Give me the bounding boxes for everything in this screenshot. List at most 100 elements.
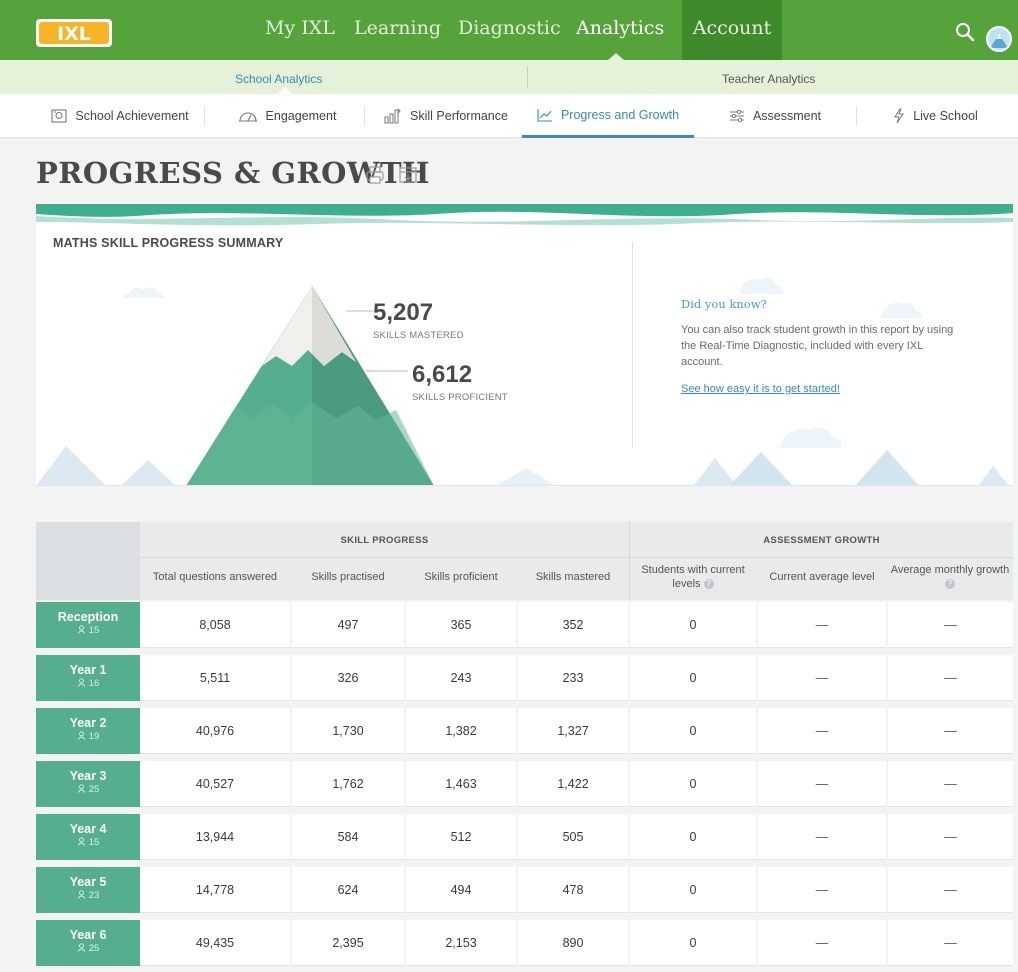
- bar-chart-icon: [384, 108, 401, 124]
- table-cell: —: [758, 708, 886, 754]
- nav-learning[interactable]: Learning: [354, 17, 441, 43]
- user-icon: [77, 625, 86, 634]
- table-cell: 497: [292, 602, 404, 648]
- column-header-monthly-growth: Average monthly growth ?: [888, 563, 1012, 591]
- table-cell: 505: [518, 814, 628, 860]
- nav-account[interactable]: Account: [682, 0, 782, 60]
- student-count: 23: [36, 890, 140, 901]
- print-icon[interactable]: [365, 165, 385, 185]
- user-icon: [77, 678, 86, 687]
- nav-my-ixl[interactable]: My IXL: [258, 17, 342, 43]
- subnav-school-analytics[interactable]: School Analytics: [235, 72, 322, 86]
- skills-mastered-label: SKILLS MASTERED: [373, 330, 464, 341]
- subnav-teacher-analytics[interactable]: Teacher Analytics: [722, 72, 815, 86]
- table-cell: 0: [630, 655, 756, 701]
- table-cell: —: [888, 602, 1013, 648]
- tab-label: Assessment: [752, 109, 822, 123]
- tab-progress-and-growth[interactable]: Progress and Growth: [522, 94, 694, 138]
- table-cell: —: [758, 655, 886, 701]
- row-label[interactable]: Year 4 15: [36, 814, 140, 860]
- tab-separator: [856, 106, 857, 126]
- nav-diagnostic[interactable]: Diagnostic: [458, 17, 561, 43]
- did-you-know-title: Did you know?: [681, 297, 767, 311]
- table-cell: 1,422: [518, 761, 628, 807]
- table-cell: 1,463: [406, 761, 516, 807]
- table-row[interactable]: Year 5 23 14,778 624 494 478 0— —: [36, 867, 1013, 913]
- row-label[interactable]: Reception 15: [36, 602, 140, 648]
- help-icon[interactable]: ?: [703, 579, 714, 590]
- lightning-icon: [894, 108, 905, 124]
- row-label[interactable]: Year 1 16: [36, 655, 140, 701]
- ixl-logo[interactable]: IXL: [36, 19, 112, 47]
- grade-name: Year 3: [69, 769, 107, 783]
- logo-text: IXL: [57, 23, 91, 45]
- table-cell: 0: [630, 761, 756, 807]
- table-row[interactable]: Year 2 19 40,976 1,730 1,382 1,327 0— —: [36, 708, 1013, 754]
- table-cell: 40,976: [140, 708, 290, 754]
- row-label[interactable]: Year 5 23: [36, 867, 140, 913]
- user-icon: [77, 943, 86, 952]
- table-cell: 13,944: [140, 814, 290, 860]
- tab-school-achievement[interactable]: School Achievement: [36, 94, 204, 138]
- table-cell: 478: [518, 867, 628, 913]
- tab-label: Skill Performance: [410, 109, 508, 123]
- subnav-active-caret: [278, 87, 292, 94]
- table-cell: 1,382: [406, 708, 516, 754]
- report-card-icon: [51, 109, 67, 123]
- table-row[interactable]: Year 4 15 13,944 584 512 505 0— —: [36, 814, 1013, 860]
- table-row[interactable]: Year 1 16 5,511 326 243 233 0— —: [36, 655, 1013, 701]
- user-icon: [77, 731, 86, 740]
- table-cell: 494: [406, 867, 516, 913]
- table-cell: —: [888, 920, 1013, 966]
- header-divider: [140, 557, 1013, 558]
- grade-name: Year 1: [69, 663, 107, 677]
- grade-name: Year 2: [69, 716, 107, 730]
- table-cell: 5,511: [140, 655, 290, 701]
- avatar-image: [988, 28, 1010, 50]
- gauge-icon: [238, 112, 257, 122]
- tab-assessment[interactable]: Assessment: [698, 94, 852, 138]
- table-row[interactable]: Year 3 25 40,527 1,762 1,463 1,422 0— —: [36, 761, 1013, 807]
- table-cell: 326: [292, 655, 404, 701]
- row-label[interactable]: Year 6 25: [36, 920, 140, 966]
- tab-separator: [204, 106, 205, 126]
- export-icon[interactable]: [398, 165, 418, 185]
- row-label[interactable]: Year 2 19: [36, 708, 140, 754]
- student-count: 16: [36, 678, 140, 689]
- nav-analytics[interactable]: Analytics: [576, 17, 664, 43]
- grade-name: Year 4: [69, 822, 107, 836]
- table-cell: 0: [630, 867, 756, 913]
- student-count-value: 15: [88, 837, 100, 848]
- get-started-link[interactable]: See how easy it is to get started!: [681, 383, 840, 395]
- table-cell: —: [888, 761, 1013, 807]
- table-cell: 14,778: [140, 867, 290, 913]
- top-navigation: IXL My IXL Learning Diagnostic Analytics…: [0, 0, 1018, 60]
- row-label[interactable]: Year 3 25: [36, 761, 140, 807]
- tab-live-school[interactable]: Live School: [858, 94, 1013, 138]
- subnav-divider: [527, 66, 528, 88]
- tab-skill-performance[interactable]: Skill Performance: [374, 94, 518, 138]
- skills-proficient-value: 6,612: [412, 361, 473, 388]
- grade-name: Year 6: [69, 928, 107, 942]
- search-icon[interactable]: [955, 22, 975, 42]
- tab-label: Progress and Growth: [560, 107, 680, 122]
- group-header-skill-progress: SKILL PROGRESS: [340, 535, 429, 546]
- table-cell: 49,435: [140, 920, 290, 966]
- skills-proficient-label: SKILLS PROFICIENT: [412, 392, 508, 403]
- table-row[interactable]: Reception 15 8,058 497 365 352 0— —: [36, 602, 1013, 648]
- avatar[interactable]: [986, 26, 1012, 52]
- tab-label: School Achievement: [75, 109, 189, 123]
- table-cell: —: [888, 655, 1013, 701]
- table-cell: 0: [630, 602, 756, 648]
- student-count: 25: [36, 943, 140, 954]
- tab-engagement[interactable]: Engagement: [212, 94, 362, 138]
- sliders-icon: [729, 109, 744, 123]
- column-header-label: Students with current levels: [641, 564, 745, 590]
- help-icon[interactable]: ?: [945, 579, 955, 590]
- table-cell: 890: [518, 920, 628, 966]
- table-row[interactable]: Year 6 25 49,435 2,395 2,153 890 0— —: [36, 920, 1013, 966]
- table-cell: 233: [518, 655, 628, 701]
- student-count-value: 23: [88, 890, 100, 901]
- skills-mastered-value: 5,207: [373, 299, 434, 326]
- table-cell: —: [758, 761, 886, 807]
